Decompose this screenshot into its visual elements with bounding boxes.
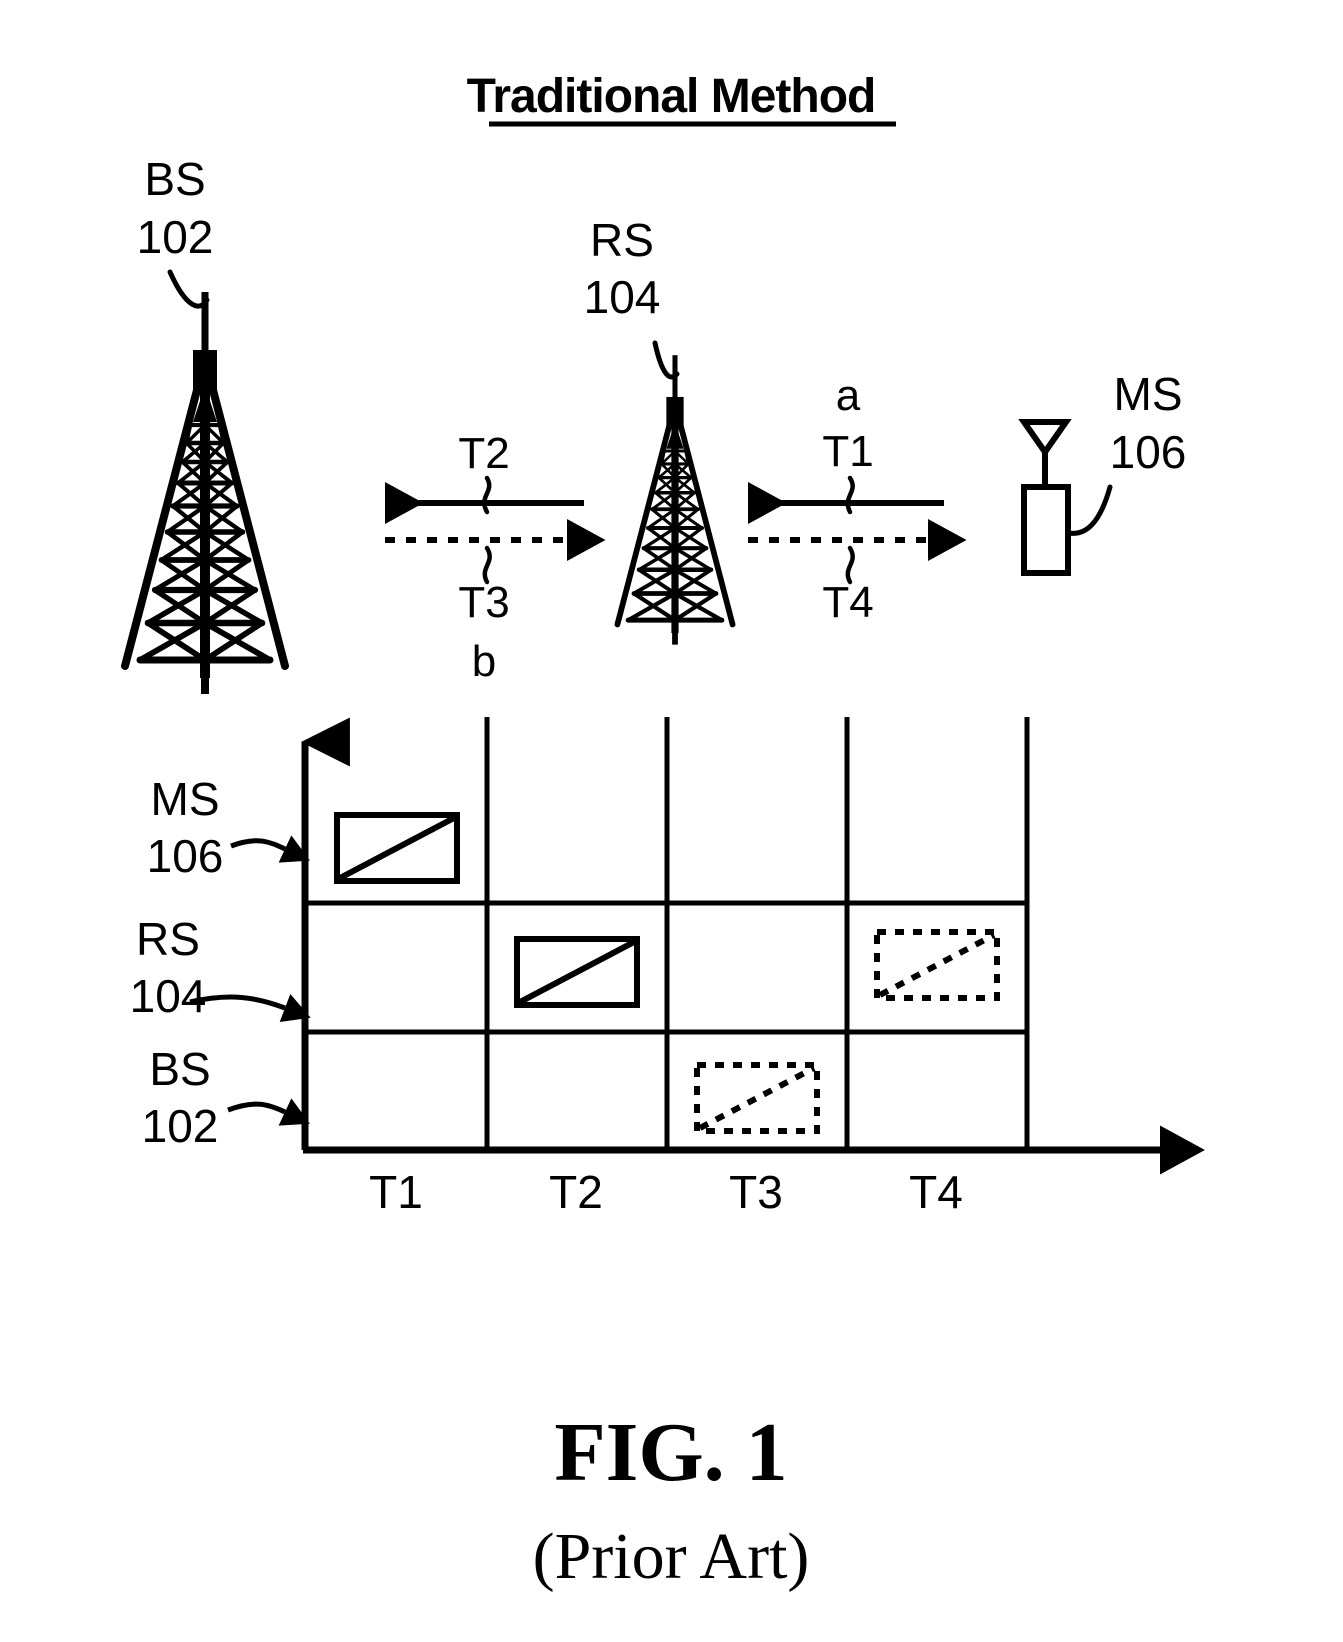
chart-row-ms-number: 106	[147, 830, 224, 882]
bs-leader-line	[167, 269, 210, 309]
figure-caption-sub-text: (Prior Art)	[533, 1520, 810, 1593]
chart-row-rs-number: 104	[130, 970, 207, 1022]
chart-row-ms-label: MS	[151, 773, 220, 825]
chart-x-tick-t2: T2	[549, 1166, 603, 1218]
node-bs: BS 102	[125, 153, 285, 694]
chart-row-label-bs: BS 102	[142, 1043, 310, 1152]
chart-column-lines	[484, 717, 1030, 1150]
link-t4-leader	[845, 545, 855, 585]
chart-row-bs-label: BS	[149, 1043, 210, 1095]
link-rs-ms: a T1 T4	[748, 371, 967, 627]
node-rs: RS 104	[584, 214, 733, 645]
bs-number: 102	[137, 211, 214, 263]
chart-row-label-rs: RS 104	[130, 913, 311, 1023]
ms-label: MS	[1114, 368, 1183, 420]
chart-row-rs-label: RS	[136, 913, 200, 965]
chart-x-tick-t3: T3	[729, 1166, 783, 1218]
link-bs-rs: T2 T3 b	[385, 429, 606, 686]
link-t3-label: T3	[458, 578, 509, 627]
tower-icon	[617, 355, 732, 644]
link-t2-label: T2	[458, 429, 509, 478]
figure-canvas: Traditional Method BS 102 RS 104 MS 106	[0, 70, 1205, 1593]
tower-icon	[125, 292, 285, 694]
slot-block-rs-t4	[874, 929, 1000, 1001]
chart-row-bs-arrow	[227, 1098, 310, 1126]
rs-label: RS	[590, 214, 654, 266]
chart-row-bs-number: 102	[142, 1100, 219, 1152]
chart-row-ms-arrow	[230, 835, 310, 863]
mobile-station-icon	[1018, 419, 1072, 576]
link-t2-leader	[482, 475, 492, 515]
link-t1-label: T1	[822, 427, 873, 476]
figure-caption-text: FIG. 1	[554, 1406, 787, 1499]
annotation-b: b	[472, 637, 496, 686]
link-t3-leader	[482, 545, 492, 585]
timing-chart: MS 106 RS 104 BS 102 T1 T2 T3 T4	[130, 717, 1205, 1218]
chart-row-label-ms: MS 106	[147, 773, 310, 882]
ms-number: 106	[1110, 426, 1187, 478]
annotation-a: a	[836, 371, 861, 420]
bs-label: BS	[144, 153, 205, 205]
figure-title-text: Traditional Method	[467, 70, 876, 123]
link-t1-leader	[845, 475, 855, 515]
link-t4-label: T4	[822, 578, 873, 627]
rs-number: 104	[584, 271, 661, 323]
ms-leader-line	[1065, 484, 1113, 536]
chart-x-tick-t4: T4	[909, 1166, 963, 1218]
slot-block-rs-t2	[514, 936, 640, 1008]
slot-block-ms-t1	[334, 812, 460, 884]
figure-caption: FIG. 1 (Prior Art)	[533, 1406, 810, 1593]
node-ms: MS 106	[1018, 368, 1187, 576]
patent-figure: Traditional Method BS 102 RS 104 MS 106	[0, 0, 1343, 1642]
slot-block-bs-t3	[694, 1062, 820, 1134]
chart-x-tick-t1: T1	[369, 1166, 423, 1218]
chart-x-tick-labels: T1 T2 T3 T4	[369, 1166, 963, 1218]
figure-title: Traditional Method	[467, 70, 896, 127]
